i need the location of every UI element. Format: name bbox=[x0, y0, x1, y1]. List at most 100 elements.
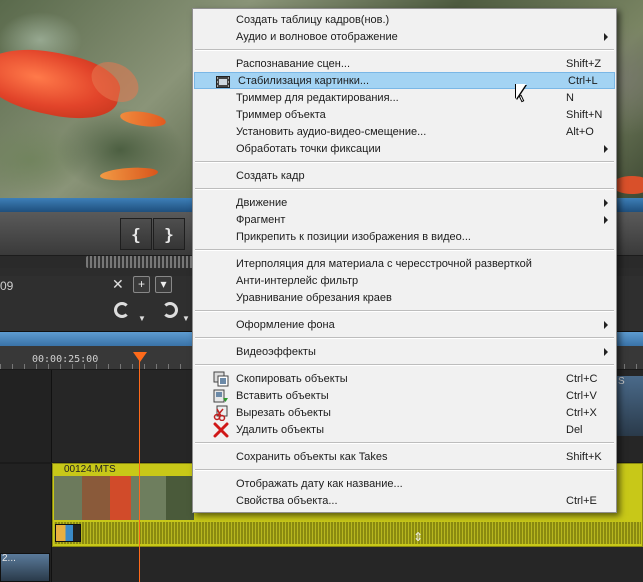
paste-icon bbox=[213, 388, 229, 404]
submenu-arrow-icon bbox=[604, 216, 608, 224]
menu-item[interactable]: Скопировать объекты Ctrl+C bbox=[193, 370, 616, 387]
menu-item[interactable]: Установить аудио-видео-смещение... Alt+O bbox=[193, 123, 616, 140]
menu-item-label: Скопировать объекты bbox=[236, 372, 348, 385]
menu-item[interactable]: Анти-интерлейс фильтр bbox=[193, 272, 616, 289]
submenu-arrow-icon bbox=[604, 145, 608, 153]
menu-item-label: Свойства объекта... bbox=[236, 494, 338, 507]
menu-separator bbox=[193, 157, 616, 167]
menu-item-label: Оформление фона bbox=[236, 318, 335, 331]
clip-name: 00124.MTS bbox=[64, 464, 116, 475]
menu-item-shortcut: Shift+N bbox=[566, 108, 603, 121]
playhead-handle-icon[interactable] bbox=[133, 352, 147, 362]
menu-item-label: Стабилизация картинки... bbox=[238, 74, 370, 87]
clip-label: 2... bbox=[2, 553, 16, 564]
menu-item[interactable]: Вырезать объекты Ctrl+X bbox=[193, 404, 616, 421]
menu-item-shortcut: Ctrl+X bbox=[566, 406, 597, 419]
menu-item[interactable]: Распознавание сцен... Shift+Z bbox=[193, 55, 616, 72]
menu-item-label: Триммер объекта bbox=[236, 108, 326, 121]
ruler-time-label: 00:00:25:00 bbox=[32, 354, 99, 365]
menu-item[interactable]: Сохранить объекты как Takes Shift+K bbox=[193, 448, 616, 465]
menu-item-shortcut: N bbox=[566, 91, 574, 104]
menu-item[interactable]: Удалить объекты Del bbox=[193, 421, 616, 438]
menu-item-shortcut: Ctrl+L bbox=[568, 74, 598, 87]
track-headers bbox=[0, 370, 52, 582]
tab-dropdown-button[interactable]: ▾ bbox=[155, 276, 172, 293]
cut-icon bbox=[213, 405, 229, 421]
menu-item-label: Триммер для редактирования... bbox=[236, 91, 399, 104]
menu-item-label: Движение bbox=[236, 196, 288, 209]
redo-icon[interactable] bbox=[162, 302, 178, 318]
menu-separator bbox=[193, 438, 616, 448]
menu-item[interactable]: Прикрепить к позиции изображения в видео… bbox=[193, 228, 616, 245]
timecode-display: 09 bbox=[0, 279, 14, 293]
menu-item-shortcut: Ctrl+C bbox=[566, 372, 598, 385]
menu-item[interactable]: Вставить объекты Ctrl+V bbox=[193, 387, 616, 404]
jog-shuttle[interactable] bbox=[86, 256, 196, 268]
submenu-arrow-icon bbox=[604, 321, 608, 329]
menu-item[interactable]: Обработать точки фиксации bbox=[193, 140, 616, 157]
audio-waveform bbox=[54, 522, 641, 544]
menu-item-shortcut: Shift+K bbox=[566, 450, 602, 463]
menu-item-shortcut: Ctrl+E bbox=[566, 494, 597, 507]
menu-item-label: Создать кадр bbox=[236, 169, 305, 182]
menu-item[interactable]: Движение bbox=[193, 194, 616, 211]
undo-dropdown-icon[interactable]: ▼ bbox=[138, 314, 146, 323]
menu-separator bbox=[193, 465, 616, 475]
playhead-line[interactable] bbox=[139, 358, 140, 582]
resize-handle-icon[interactable]: ⇕ bbox=[413, 530, 423, 544]
clip-type-icon bbox=[55, 524, 81, 542]
menu-item-shortcut: Shift+Z bbox=[566, 57, 602, 70]
context-menu: Создать таблицу кадров(нов.) Аудио и волн… bbox=[192, 8, 617, 513]
filmstrip-icon bbox=[215, 74, 231, 90]
menu-item-shortcut: Alt+O bbox=[566, 125, 594, 138]
menu-separator bbox=[193, 333, 616, 343]
menu-item-label: Уравнивание обрезания краев bbox=[236, 291, 392, 304]
menu-separator bbox=[193, 306, 616, 316]
menu-item[interactable]: Уравнивание обрезания краев bbox=[193, 289, 616, 306]
menu-item[interactable]: Триммер объекта Shift+N bbox=[193, 106, 616, 123]
menu-item[interactable]: Аудио и волновое отображение bbox=[193, 28, 616, 45]
menu-item-label: Вставить объекты bbox=[236, 389, 329, 402]
menu-item-shortcut: Del bbox=[566, 423, 583, 436]
redo-dropdown-icon[interactable]: ▼ bbox=[182, 314, 190, 323]
menu-item[interactable]: Видеоэффекты bbox=[193, 343, 616, 360]
menu-item-label: Анти-интерлейс фильтр bbox=[236, 274, 359, 287]
menu-item-label: Распознавание сцен... bbox=[236, 57, 351, 70]
close-tab-icon[interactable]: ✕ bbox=[112, 276, 124, 293]
menu-item[interactable]: Свойства объекта... Ctrl+E bbox=[193, 492, 616, 509]
menu-item-label: Сохранить объекты как Takes bbox=[236, 450, 388, 463]
delete-icon bbox=[213, 422, 229, 438]
menu-item[interactable]: Стабилизация картинки... Ctrl+L bbox=[194, 72, 615, 89]
menu-separator bbox=[193, 45, 616, 55]
menu-item-shortcut: Ctrl+V bbox=[566, 389, 597, 402]
menu-item[interactable]: Фрагмент bbox=[193, 211, 616, 228]
small-fish-image bbox=[99, 165, 159, 183]
menu-item-label: Отображать дату как название... bbox=[236, 477, 403, 490]
menu-item-label: Создать таблицу кадров(нов.) bbox=[236, 13, 390, 26]
submenu-arrow-icon bbox=[604, 33, 608, 41]
menu-item-label: Прикрепить к позиции изображения в видео… bbox=[236, 230, 471, 243]
mark-out-button[interactable]: } bbox=[153, 218, 185, 250]
submenu-arrow-icon bbox=[604, 199, 608, 207]
menu-item-label: Аудио и волновое отображение bbox=[236, 30, 398, 43]
menu-item-label: Вырезать объекты bbox=[236, 406, 331, 419]
menu-item-label: Установить аудио-видео-смещение... bbox=[236, 125, 427, 138]
menu-item[interactable]: Оформление фона bbox=[193, 316, 616, 333]
submenu-arrow-icon bbox=[604, 348, 608, 356]
menu-item[interactable]: Создать кадр bbox=[193, 167, 616, 184]
menu-item-label: Фрагмент bbox=[236, 213, 286, 226]
menu-item[interactable]: Итерполяция для материала с чересстрочно… bbox=[193, 255, 616, 272]
clip-thumbnails bbox=[54, 476, 194, 520]
menu-separator bbox=[193, 245, 616, 255]
menu-separator bbox=[193, 184, 616, 194]
menu-separator bbox=[193, 360, 616, 370]
menu-item[interactable]: Отображать дату как название... bbox=[193, 475, 616, 492]
menu-item-label: Обработать точки фиксации bbox=[236, 142, 381, 155]
undo-icon[interactable] bbox=[114, 302, 130, 318]
menu-item[interactable]: Создать таблицу кадров(нов.) bbox=[193, 11, 616, 28]
add-tab-button[interactable]: + bbox=[133, 276, 150, 293]
menu-item-label: Удалить объекты bbox=[236, 423, 324, 436]
mark-in-button[interactable]: { bbox=[120, 218, 152, 250]
menu-item[interactable]: Триммер для редактирования... N bbox=[193, 89, 616, 106]
small-fish-image bbox=[119, 108, 167, 130]
